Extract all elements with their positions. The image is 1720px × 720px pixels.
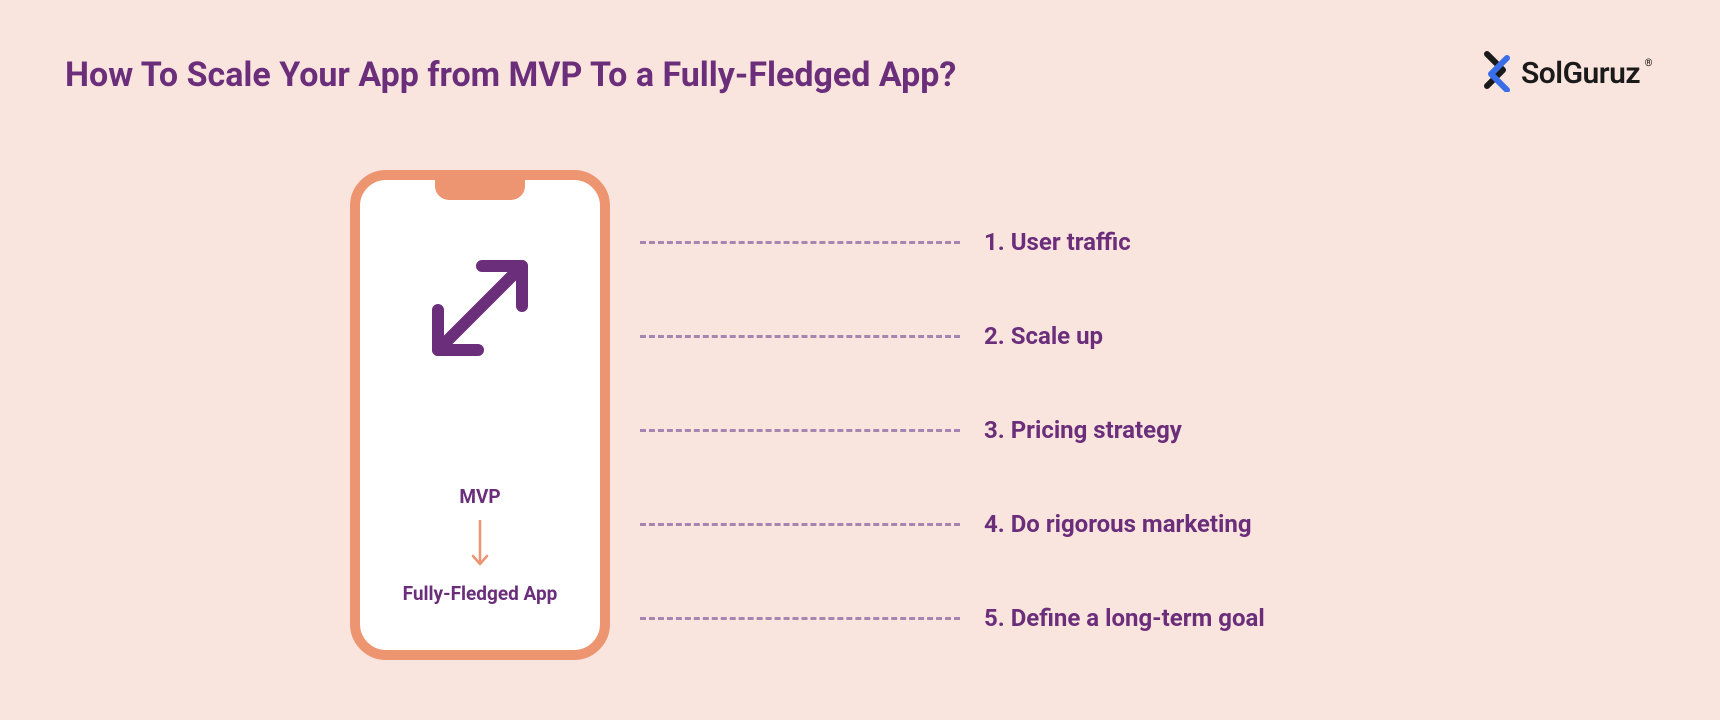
list-item-label: 5. Define a long-term goal [984, 604, 1265, 632]
list-item-label: 1. User traffic [984, 228, 1131, 256]
phone-notch [435, 178, 525, 200]
logo-mark-icon [1479, 50, 1515, 96]
list-item: 1. User traffic [640, 195, 1640, 289]
list-item: 4. Do rigorous marketing [640, 477, 1640, 571]
mvp-label: MVP [360, 485, 600, 508]
list-item-label: 2. Scale up [984, 322, 1103, 350]
list-item-label: 4. Do rigorous marketing [984, 510, 1252, 538]
connector-line [640, 335, 960, 338]
fully-fledged-label: Fully-Fledged App [360, 582, 600, 605]
steps-list: 1. User traffic 2. Scale up 3. Pricing s… [640, 195, 1640, 665]
phone-illustration: MVP Fully-Fledged App [350, 170, 610, 660]
connector-line [640, 429, 960, 432]
scale-arrow-icon [410, 238, 550, 382]
down-arrow-icon [360, 518, 600, 572]
connector-line [640, 241, 960, 244]
brand-name: SolGuruz® [1521, 56, 1640, 91]
list-item: 5. Define a long-term goal [640, 571, 1640, 665]
list-item-label: 3. Pricing strategy [984, 416, 1182, 444]
list-item: 2. Scale up [640, 289, 1640, 383]
connector-line [640, 523, 960, 526]
brand-logo: SolGuruz® [1479, 50, 1640, 96]
connector-line [640, 617, 960, 620]
page-title: How To Scale Your App from MVP To a Full… [65, 55, 956, 95]
list-item: 3. Pricing strategy [640, 383, 1640, 477]
